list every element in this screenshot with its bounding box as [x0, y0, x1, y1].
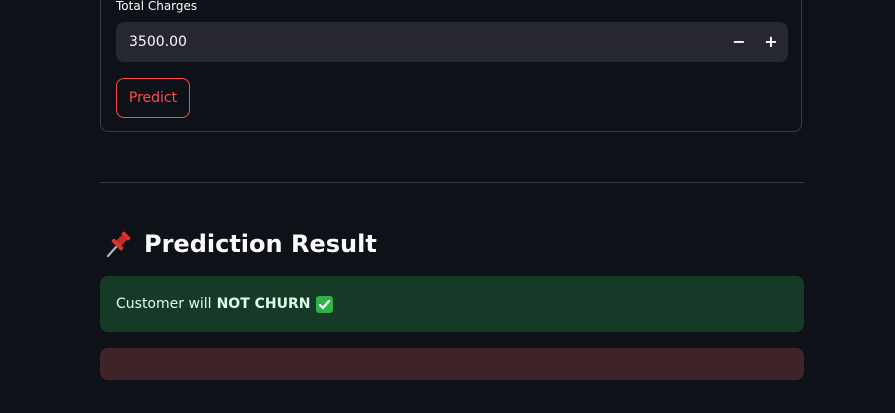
- total-charges-value[interactable]: 3500.00: [129, 22, 187, 62]
- check-mark-icon: [316, 295, 334, 313]
- result-message-bold: NOT CHURN: [216, 296, 311, 312]
- error-alert: [100, 348, 804, 380]
- total-charges-input[interactable]: 3500.00 − +: [116, 22, 788, 62]
- heading-text: Prediction Result: [144, 230, 377, 258]
- decrement-button[interactable]: −: [727, 30, 751, 54]
- section-divider: [100, 182, 804, 183]
- success-alert: Customer will NOT CHURN: [100, 276, 804, 332]
- prediction-result-heading: Prediction Result: [104, 226, 377, 262]
- predict-button[interactable]: Predict: [116, 78, 190, 118]
- pushpin-icon: [104, 229, 134, 259]
- result-message-prefix: Customer will: [116, 296, 212, 312]
- total-charges-label: Total Charges: [116, 0, 198, 13]
- input-form-card: [100, 0, 802, 132]
- increment-button[interactable]: +: [759, 30, 783, 54]
